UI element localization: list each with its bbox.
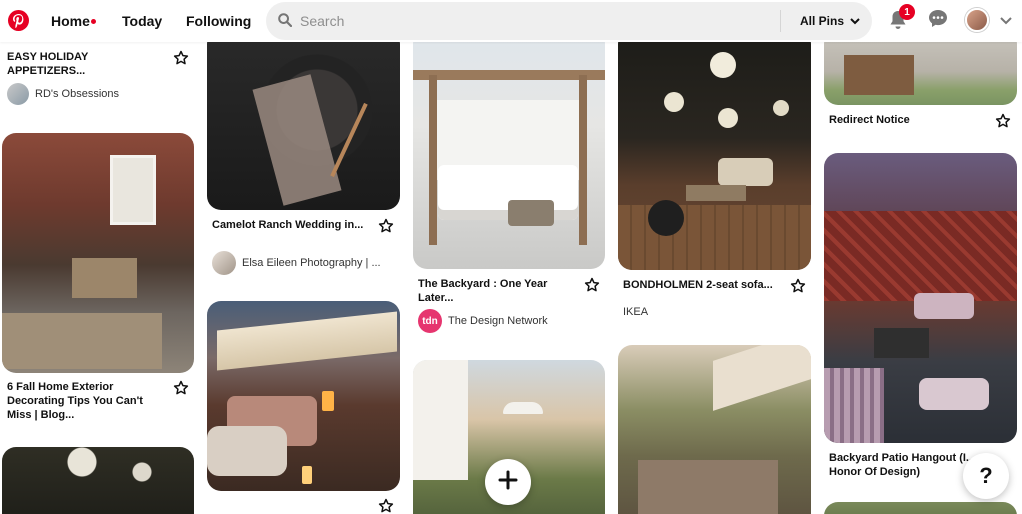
candle <box>322 391 334 411</box>
chat-icon <box>928 9 948 33</box>
wooden-deck <box>618 205 811 270</box>
coffee-table <box>508 200 554 226</box>
dining-table <box>638 460 778 514</box>
rattan-sofa <box>718 158 773 186</box>
notification-count-badge: 1 <box>899 4 915 20</box>
source-name: The Design Network <box>448 315 548 327</box>
pin-image-patio-hangout[interactable] <box>824 153 1017 443</box>
trellis-wall <box>824 211 1017 301</box>
pin-title[interactable]: BONDHOLMEN 2-seat sofa... <box>623 278 783 292</box>
source-avatar <box>7 83 29 105</box>
coffee-table <box>686 185 746 201</box>
canopy <box>217 311 397 371</box>
pin-source[interactable]: RD's Obsessions <box>7 83 119 105</box>
pergola-post <box>429 75 437 245</box>
source-name[interactable]: IKEA <box>623 306 648 318</box>
source-avatar: tdn <box>418 309 442 333</box>
profile-avatar[interactable] <box>965 8 989 32</box>
search-bar[interactable]: All Pins <box>266 2 872 40</box>
search-divider <box>780 10 781 32</box>
account-menu-button[interactable] <box>998 14 1014 28</box>
sheepskin-throw <box>207 426 287 476</box>
source-name: RD's Obsessions <box>35 88 120 100</box>
pin-source[interactable]: Elsa Eileen Photography | ... <box>212 251 381 275</box>
pergola-beam <box>413 70 605 80</box>
shade-sail <box>713 345 811 411</box>
pin-image-patio-lights[interactable] <box>2 133 194 373</box>
chevron-down-icon <box>850 14 860 28</box>
nav-home-link[interactable]: Home <box>51 13 90 29</box>
all-pins-label: All Pins <box>800 14 845 28</box>
table-runner <box>252 74 342 206</box>
search-icon <box>278 13 293 32</box>
pin-title[interactable]: The Backyard : One Year Later... <box>418 277 578 305</box>
paper-lantern <box>773 100 789 116</box>
nav-following-link[interactable]: Following <box>186 13 251 29</box>
patio-umbrella <box>503 402 543 414</box>
outdoor-sofa <box>914 293 974 319</box>
star-icon[interactable] <box>378 498 394 514</box>
house-wall <box>413 360 468 480</box>
paper-lantern <box>664 92 684 112</box>
pinterest-home: Home Today Following All Pins 1 <box>0 0 1022 514</box>
outdoor-rug <box>824 368 884 443</box>
pin-source[interactable]: tdn The Design Network <box>418 309 548 333</box>
pin-image-ikea-patio[interactable] <box>618 30 811 270</box>
pin-title[interactable]: Camelot Ranch Wedding in... <box>212 218 372 232</box>
add-pin-button[interactable] <box>485 459 531 505</box>
source-avatar <box>212 251 236 275</box>
chevron-down-icon <box>1000 12 1012 30</box>
star-icon[interactable] <box>173 50 189 66</box>
star-icon[interactable] <box>378 218 394 234</box>
nav-today-link[interactable]: Today <box>122 13 162 29</box>
pin-title[interactable]: Redirect Notice <box>829 113 979 127</box>
pin-title[interactable]: 6 Fall Home Exterior Decorating Tips You… <box>7 380 167 422</box>
star-icon[interactable] <box>995 113 1011 129</box>
pin-image-paper-lanterns[interactable] <box>2 447 194 514</box>
french-door <box>110 155 156 225</box>
star-icon[interactable] <box>173 380 189 396</box>
pin-image-table-setting[interactable] <box>207 30 400 210</box>
pin-image-outdoor-dining[interactable] <box>618 345 811 514</box>
pin-image-cozy-lanterns[interactable] <box>207 301 400 491</box>
top-nav-bar: Home Today Following All Pins 1 <box>0 0 1022 42</box>
paper-lantern <box>710 52 736 78</box>
home-active-dot <box>91 19 96 24</box>
wooden-planter <box>844 55 914 95</box>
pouf <box>648 200 684 236</box>
all-pins-dropdown[interactable]: All Pins <box>800 14 860 28</box>
coffee-table <box>874 328 929 358</box>
messages-button[interactable] <box>927 10 949 32</box>
wooden-sofa <box>2 313 162 369</box>
candle <box>302 466 312 484</box>
pin-image-next[interactable] <box>824 502 1017 514</box>
pin-title[interactable]: EASY HOLIDAY APPETIZERS... <box>7 50 157 78</box>
search-input[interactable] <box>300 10 780 32</box>
copper-fork <box>330 102 368 178</box>
coffee-table <box>72 258 137 298</box>
pergola-post <box>579 75 587 245</box>
pin-image-backyard-pergola[interactable] <box>413 30 605 269</box>
paper-lantern <box>718 108 738 128</box>
star-icon[interactable] <box>790 278 806 294</box>
pinterest-logo-icon[interactable] <box>8 10 29 31</box>
star-icon[interactable] <box>584 277 600 293</box>
help-button[interactable]: ? <box>963 453 1009 499</box>
source-name: Elsa Eileen Photography | ... <box>242 257 381 269</box>
plus-icon <box>498 470 518 495</box>
cushion <box>919 378 989 410</box>
